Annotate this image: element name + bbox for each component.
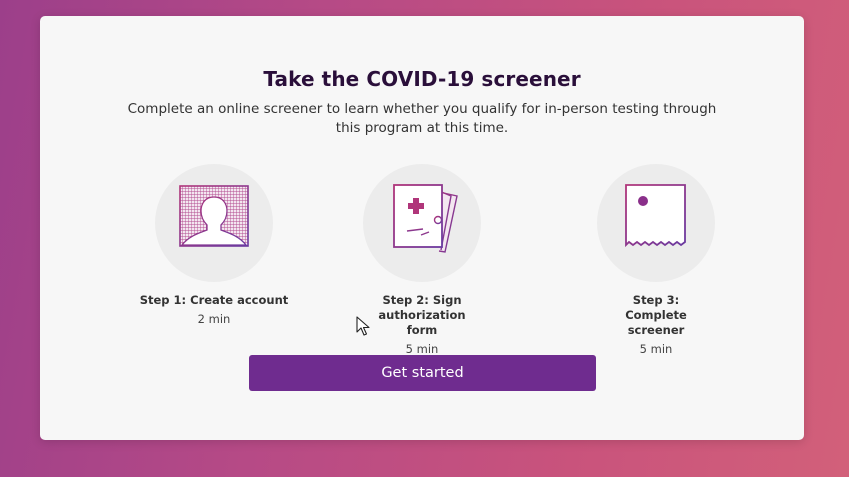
step-time: 5 min (405, 342, 439, 356)
get-started-button[interactable]: Get started (249, 355, 596, 391)
step-icon-circle (363, 164, 481, 282)
page-title: Take the COVID-19 screener (263, 67, 581, 91)
step-complete-screener: Step 3: Complete screener 5 min (556, 164, 756, 356)
step-sign-authorization: Step 2: Sign authorization form 5 min (322, 164, 522, 356)
step-time: 2 min (197, 312, 231, 326)
step-icon-circle (155, 164, 273, 282)
step-label: Step 2: Sign authorization form (378, 293, 466, 337)
person-silhouette-icon (179, 185, 249, 247)
screener-document-icon (625, 184, 686, 248)
mouse-cursor-icon (356, 316, 370, 336)
medical-form-icon (393, 184, 458, 253)
step-label: Step 1: Create account (139, 293, 289, 307)
step-time: 5 min (639, 342, 673, 356)
step-label: Step 3: Complete screener (625, 293, 687, 337)
step-icon-circle (597, 164, 715, 282)
page-subtitle: Complete an online screener to learn whe… (127, 101, 717, 136)
screener-card: Take the COVID-19 screener Complete an o… (40, 16, 804, 440)
step-create-account: Step 1: Create account 2 min (114, 164, 314, 326)
